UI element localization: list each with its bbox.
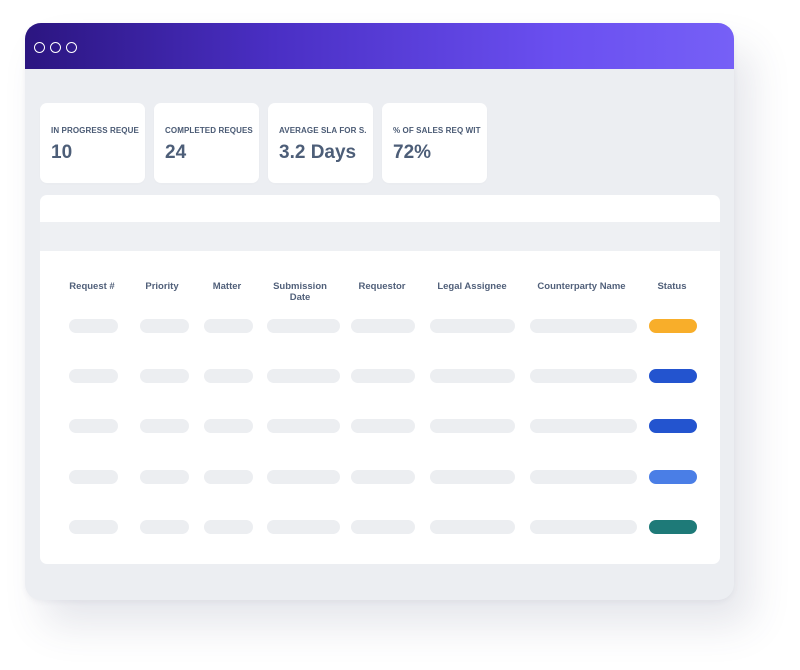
- window-titlebar: [25, 23, 734, 69]
- placeholder-cell: [267, 520, 340, 534]
- placeholder-cell: [140, 470, 189, 484]
- app-window: IN PROGRESS REQUE 10 COMPLETED REQUES 24…: [25, 23, 734, 600]
- table-toolbar: [40, 222, 720, 251]
- placeholder-cell: [204, 319, 253, 333]
- placeholder-cell: [267, 369, 340, 383]
- window-controls: [34, 42, 77, 53]
- stat-value: 72%: [393, 142, 432, 163]
- status-pill: [649, 369, 697, 383]
- placeholder-cell: [69, 319, 118, 333]
- placeholder-cell: [530, 419, 637, 433]
- placeholder-cell: [351, 470, 415, 484]
- placeholder-cell: [351, 369, 415, 383]
- column-header-request-number[interactable]: Request #: [62, 281, 122, 292]
- status-pill: [649, 470, 697, 484]
- placeholder-cell: [530, 520, 637, 534]
- window-dot-icon[interactable]: [34, 42, 45, 53]
- placeholder-cell: [204, 419, 253, 433]
- placeholder-cell: [140, 369, 189, 383]
- status-pill: [649, 319, 697, 333]
- placeholder-cell: [204, 470, 253, 484]
- status-pill: [649, 520, 697, 534]
- placeholder-cell: [140, 520, 189, 534]
- column-header-counterparty-name[interactable]: Counterparty Name: [524, 281, 639, 292]
- stat-value: 24: [165, 142, 187, 163]
- stat-label: % OF SALES REQ WIT: [393, 126, 481, 135]
- placeholder-cell: [430, 319, 515, 333]
- placeholder-cell: [530, 369, 637, 383]
- column-header-requestor[interactable]: Requestor: [347, 281, 417, 292]
- placeholder-cell: [267, 419, 340, 433]
- stat-card-completed[interactable]: COMPLETED REQUES 24: [154, 103, 259, 183]
- column-header-status[interactable]: Status: [647, 281, 697, 292]
- column-header-priority[interactable]: Priority: [132, 281, 192, 292]
- stat-card-in-progress[interactable]: IN PROGRESS REQUE 10: [40, 103, 145, 183]
- placeholder-cell: [267, 470, 340, 484]
- stat-label: COMPLETED REQUES: [165, 126, 253, 135]
- placeholder-cell: [351, 419, 415, 433]
- placeholder-cell: [140, 319, 189, 333]
- placeholder-cell: [430, 369, 515, 383]
- status-pill: [649, 419, 697, 433]
- requests-table: Request # Priority Matter Submission Dat…: [40, 195, 720, 564]
- placeholder-cell: [69, 520, 118, 534]
- placeholder-cell: [351, 520, 415, 534]
- placeholder-cell: [69, 419, 118, 433]
- placeholder-cell: [430, 419, 515, 433]
- stat-label: AVERAGE SLA FOR S.: [279, 126, 367, 135]
- placeholder-cell: [69, 369, 118, 383]
- placeholder-cell: [69, 470, 118, 484]
- stat-card-average-sla[interactable]: AVERAGE SLA FOR S. 3.2 Days: [268, 103, 373, 183]
- stat-cards: IN PROGRESS REQUE 10 COMPLETED REQUES 24…: [40, 103, 487, 183]
- placeholder-cell: [530, 319, 637, 333]
- placeholder-cell: [204, 369, 253, 383]
- stat-card-sales-req[interactable]: % OF SALES REQ WIT 72%: [382, 103, 487, 183]
- column-header-matter[interactable]: Matter: [197, 281, 257, 292]
- stat-label: IN PROGRESS REQUE: [51, 126, 139, 135]
- placeholder-cell: [140, 419, 189, 433]
- placeholder-cell: [430, 470, 515, 484]
- placeholder-cell: [530, 470, 637, 484]
- stat-value: 10: [51, 142, 73, 163]
- column-header-legal-assignee[interactable]: Legal Assignee: [427, 281, 517, 292]
- column-header-submission-date[interactable]: Submission Date: [265, 281, 335, 303]
- window-dot-icon[interactable]: [66, 42, 77, 53]
- placeholder-cell: [204, 520, 253, 534]
- window-dot-icon[interactable]: [50, 42, 61, 53]
- placeholder-cell: [267, 319, 340, 333]
- placeholder-cell: [430, 520, 515, 534]
- stat-value: 3.2 Days: [279, 142, 357, 163]
- placeholder-cell: [351, 319, 415, 333]
